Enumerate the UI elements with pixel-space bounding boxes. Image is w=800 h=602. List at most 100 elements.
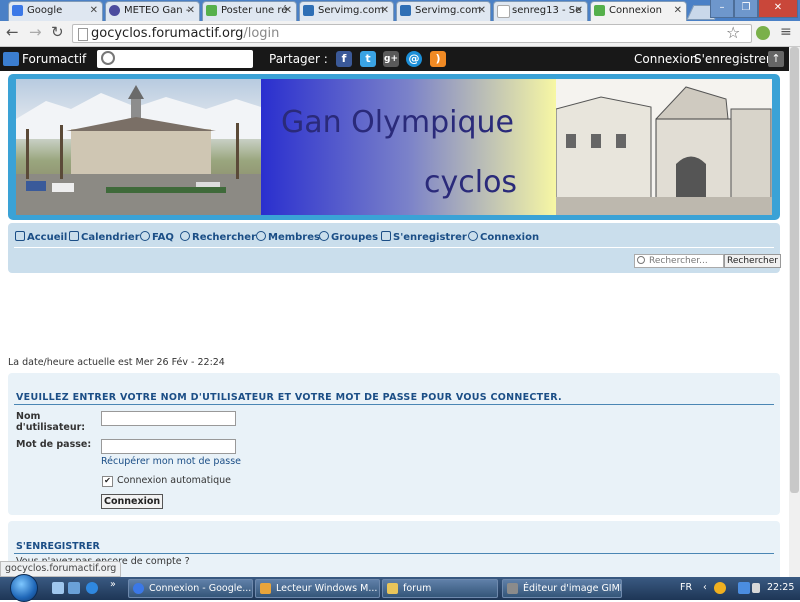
address-bar[interactable]: gocyclos.forumactif.org/login [72, 24, 752, 43]
forumactif-brand[interactable]: Forumactif [22, 52, 86, 66]
back-icon[interactable]: ← [6, 25, 19, 40]
browser-tab-google[interactable]: Google ✕ [8, 1, 103, 21]
tab-label: Google [27, 5, 63, 16]
arrow-up-icon[interactable]: ↑ [768, 51, 784, 67]
close-icon[interactable]: ✕ [90, 2, 98, 19]
nav-item-connexion[interactable]: Connexion [468, 231, 539, 243]
browser-tab-connexion[interactable]: Connexion ✕ [590, 1, 687, 22]
password-input[interactable] [101, 439, 236, 454]
taskbar-button-label: Connexion - Google... [149, 583, 252, 594]
nav-item-accueil[interactable]: Accueil [15, 231, 67, 243]
home-icon [15, 231, 25, 241]
close-icon[interactable]: ✕ [284, 2, 292, 19]
folder-icon [387, 583, 398, 594]
scrollbar-thumb[interactable] [790, 47, 799, 493]
facebook-icon[interactable]: f [336, 51, 352, 67]
browser-tab-meteo[interactable]: METEO Gan - ✕ [105, 1, 200, 21]
maximize-button[interactable]: ❐ [734, 0, 758, 18]
minimize-button[interactable]: – [710, 0, 734, 18]
browser-tab-servimg-2[interactable]: Servimg.com ✕ [396, 1, 491, 21]
reload-icon[interactable]: ↻ [51, 25, 64, 40]
browser-tab-bar: Google ✕ METEO Gan - ✕ Poster une ré ✕ S… [0, 0, 800, 22]
taskbar-button-gimp[interactable]: Éditeur d'image GIMP [502, 579, 622, 598]
tray-expand-icon[interactable]: ‹ [703, 582, 707, 593]
extension-icon[interactable] [756, 26, 770, 40]
auto-login-checkbox[interactable]: ✔ [102, 476, 113, 487]
chat-bubble-icon [594, 5, 605, 16]
show-desktop-icon[interactable] [52, 582, 64, 594]
nav-item-membres[interactable]: Membres [256, 231, 320, 243]
forumactif-logo-icon[interactable] [3, 52, 19, 66]
close-icon[interactable]: ✕ [674, 2, 682, 19]
tab-label: senreg13 - Se [512, 5, 582, 16]
login-heading: VEUILLEZ ENTRER VOTRE NOM D'UTILISATEUR … [16, 392, 562, 403]
tab-label: Connexion [609, 5, 662, 16]
nav-label: Calendrier [81, 232, 140, 243]
banner-title-line-2: cyclos [424, 165, 518, 200]
taskbar-button-label: Éditeur d'image GIMP [523, 583, 622, 594]
google-plus-icon[interactable]: g+ [383, 51, 399, 67]
nav-label: Membres [268, 232, 320, 243]
close-icon[interactable]: ✕ [381, 2, 389, 19]
username-label: Nom d'utilisateur: [16, 411, 85, 433]
nav-item-rechercher[interactable]: Rechercher [180, 231, 256, 243]
nav-label: Rechercher [192, 232, 257, 243]
register-heading-divider [14, 553, 774, 554]
language-indicator[interactable]: FR [680, 582, 692, 593]
browser-tab-senreg[interactable]: senreg13 - Se ✕ [493, 1, 588, 21]
taskbar-button-media-player[interactable]: Lecteur Windows M... [255, 579, 380, 598]
close-icon[interactable]: ✕ [575, 2, 583, 19]
bookmark-star-icon[interactable]: ☆ [726, 23, 740, 42]
login-submit-button[interactable]: Connexion [101, 494, 164, 509]
email-icon[interactable]: @ [406, 51, 422, 67]
forum-search-button[interactable]: Rechercher [724, 254, 781, 268]
close-window-button[interactable]: ✕ [758, 0, 798, 18]
page-scrollbar[interactable] [789, 47, 800, 577]
nav-label: Accueil [27, 232, 68, 243]
username-input[interactable] [101, 411, 236, 426]
close-icon[interactable]: ✕ [187, 2, 195, 19]
volume-icon[interactable] [752, 583, 760, 593]
explorer-icon[interactable] [68, 582, 80, 594]
rss-icon[interactable]: ) [430, 51, 446, 67]
nav-label: S'enregistrer [393, 232, 467, 243]
share-label: Partager : [269, 52, 328, 66]
taskbar-button-forum-folder[interactable]: forum [382, 579, 498, 598]
twitter-icon[interactable]: t [360, 51, 376, 67]
username-label-line-1: Nom [16, 411, 41, 422]
tower-sketch-illustration [556, 86, 772, 215]
forumactif-register-link[interactable]: S'enregistrer [694, 52, 771, 66]
recover-password-link[interactable]: Récupérer mon mot de passe [101, 456, 241, 467]
forum-search-input[interactable]: Rechercher... [634, 254, 724, 268]
username-label-line-2: d'utilisateur: [16, 422, 86, 433]
forum-navigation: Accueil Calendrier FAQ Rechercher Membre… [8, 223, 781, 273]
forum-banner[interactable]: Gan Olympique cyclos [8, 74, 780, 220]
user-icon [256, 231, 266, 241]
clock[interactable]: 22:25 [767, 582, 794, 593]
nav-label: Groupes [331, 232, 379, 243]
more-quicklaunch-icon[interactable]: » [110, 579, 116, 590]
nav-item-calendrier[interactable]: Calendrier [69, 231, 140, 243]
nav-label: Connexion [480, 232, 540, 243]
tab-label: METEO Gan - [124, 5, 190, 16]
tray-app-icon[interactable] [714, 582, 726, 594]
nav-item-faq[interactable]: FAQ [140, 231, 174, 243]
browser-tab-poster[interactable]: Poster une ré ✕ [202, 1, 297, 21]
network-icon[interactable] [738, 582, 750, 594]
windows-start-icon[interactable] [10, 574, 38, 602]
url-domain: gocyclos.forumactif.org [91, 26, 244, 41]
taskbar-button-chrome[interactable]: Connexion - Google... [128, 579, 253, 598]
nav-item-register[interactable]: S'enregistrer [381, 231, 467, 243]
forumactif-search-input[interactable] [97, 50, 253, 68]
menu-icon[interactable]: ≡ [780, 24, 792, 40]
taskbar-button-label: Lecteur Windows M... [276, 583, 378, 594]
internet-explorer-icon[interactable] [86, 582, 98, 594]
forumactif-login-link[interactable]: Connexion [634, 52, 698, 66]
close-icon[interactable]: ✕ [478, 2, 486, 19]
browser-tab-servimg-1[interactable]: Servimg.com ✕ [299, 1, 394, 21]
users-group-icon [319, 231, 329, 241]
password-label: Mot de passe: [16, 439, 92, 450]
forward-icon[interactable]: → [29, 25, 42, 40]
search-icon [101, 51, 115, 65]
nav-item-groupes[interactable]: Groupes [319, 231, 378, 243]
